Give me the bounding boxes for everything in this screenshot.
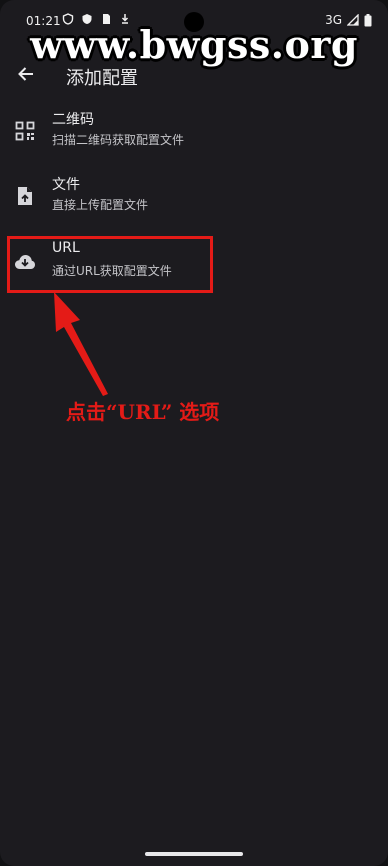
qr-code-icon	[14, 120, 36, 142]
file-upload-icon	[14, 185, 36, 207]
home-indicator[interactable]	[145, 852, 243, 856]
annotation-arrow-icon	[54, 292, 108, 396]
option-file[interactable]: 文件 直接上传配置文件	[0, 163, 388, 227]
url-highlight-box	[7, 236, 213, 293]
option-subtitle: 直接上传配置文件	[52, 198, 149, 212]
app-screen: 01:21 3G www.bwgss.org 添加配置 二维码 扫描二维码获取配…	[0, 0, 388, 866]
annotation-text: 点击“URL” 选项	[66, 400, 220, 424]
option-subtitle: 扫描二维码获取配置文件	[52, 133, 185, 147]
option-qr-code[interactable]: 二维码 扫描二维码获取配置文件	[0, 98, 388, 162]
page-title: 添加配置	[66, 68, 138, 89]
app-bar: 添加配置	[0, 56, 388, 96]
arrow-back-icon	[18, 67, 33, 81]
option-title: 文件	[52, 177, 80, 193]
back-button[interactable]	[12, 60, 40, 88]
option-title: 二维码	[52, 112, 94, 128]
